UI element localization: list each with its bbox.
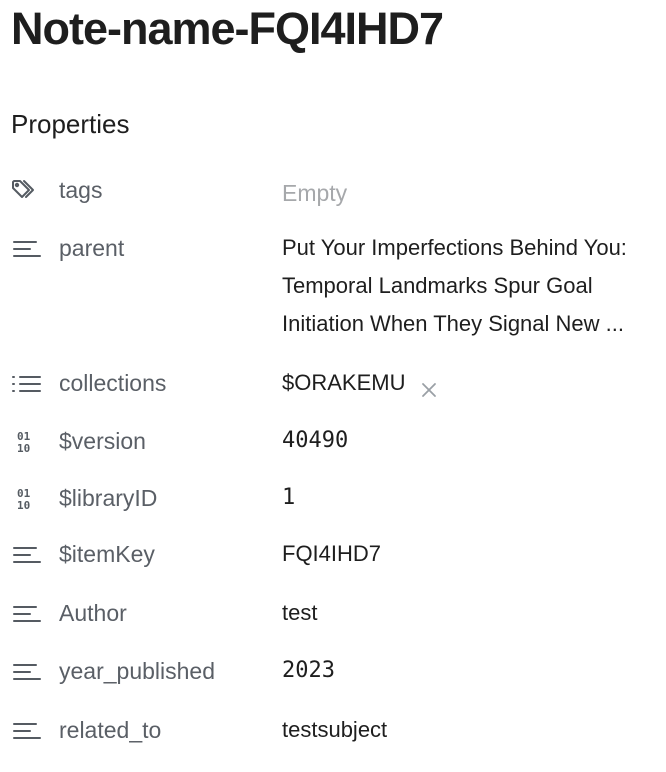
property-value[interactable]: 40490: [282, 422, 348, 460]
number-icon: 01 10: [11, 429, 43, 457]
property-key[interactable]: parent: [59, 233, 124, 263]
collection-pill-label: $ORAKEMU: [282, 370, 406, 395]
property-key[interactable]: Author: [59, 598, 127, 628]
parent-value-line: Put Your Imperfections Behind You:: [282, 235, 627, 260]
list-icon: [11, 371, 43, 399]
text-icon: [11, 236, 43, 264]
text-icon: [11, 542, 43, 570]
property-value[interactable]: testsubject: [282, 711, 387, 749]
property-value[interactable]: test: [282, 594, 317, 632]
property-key[interactable]: collections: [59, 368, 166, 398]
properties-heading[interactable]: Properties: [11, 108, 130, 140]
property-value-empty[interactable]: Empty: [282, 178, 347, 208]
number-icon: 01 10: [11, 486, 43, 514]
tags-icon: [11, 177, 43, 205]
parent-value-line: Initiation When They Signal New ...: [282, 311, 624, 336]
text-icon: [11, 601, 43, 629]
property-key[interactable]: year_published: [59, 656, 215, 686]
number-icon-bottom: 10: [17, 499, 31, 512]
property-key[interactable]: $libraryID: [59, 483, 157, 513]
collection-pill[interactable]: $ORAKEMU: [282, 364, 438, 402]
number-icon-top: 01: [17, 487, 31, 500]
property-value[interactable]: 2023: [282, 652, 335, 690]
note-title[interactable]: Note-name-FQI4IHD7: [11, 2, 444, 56]
text-icon: [11, 659, 43, 687]
property-key[interactable]: related_to: [59, 715, 161, 745]
property-key[interactable]: $version: [59, 426, 146, 456]
number-icon-top: 01: [17, 430, 31, 443]
number-icon-bottom: 10: [17, 442, 31, 455]
property-value[interactable]: FQI4IHD7: [282, 535, 381, 573]
close-icon[interactable]: [420, 373, 438, 398]
parent-value[interactable]: Put Your Imperfections Behind You: Tempo…: [282, 229, 666, 343]
property-key[interactable]: $itemKey: [59, 539, 155, 569]
text-icon: [11, 718, 43, 746]
parent-value-line: Temporal Landmarks Spur Goal: [282, 273, 593, 298]
property-value[interactable]: 1: [282, 479, 295, 517]
property-key[interactable]: tags: [59, 175, 102, 205]
